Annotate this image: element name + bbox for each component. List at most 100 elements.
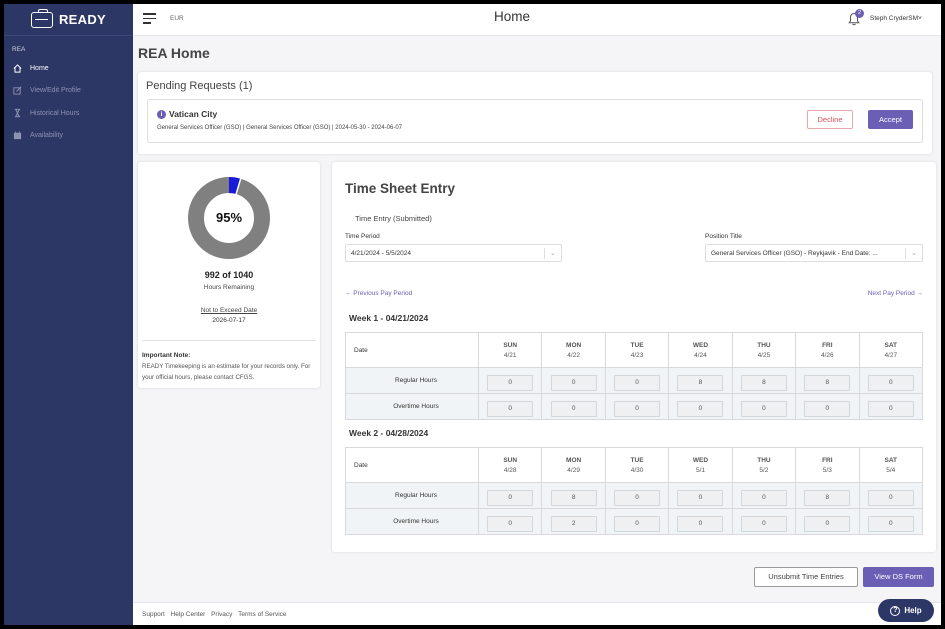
divider: [142, 340, 316, 341]
help-button[interactable]: ? Help: [878, 599, 934, 622]
time-period-select[interactable]: 4/21/2024 - 5/5/2024 ⌄: [345, 244, 562, 262]
unsubmit-time-entries-button[interactable]: Unsubmit Time Entries: [754, 567, 858, 587]
help-label: Help: [904, 606, 922, 615]
user-name: Steph CryderSM: [870, 15, 919, 22]
regular-hours-label: Regular Hours: [345, 482, 479, 509]
sidebar-item-historical-hours[interactable]: Historical Hours: [4, 102, 133, 125]
regular-hours-row: Regular Hours 0 0 0 8 8 8 0: [345, 367, 924, 394]
sidebar-item-label: View/Edit Profile: [30, 87, 81, 95]
hours-input[interactable]: 8: [804, 489, 851, 506]
pending-requests-title: Pending Requests (1): [146, 80, 253, 92]
footer-link-help-center[interactable]: Help Center: [171, 611, 206, 618]
timesheet-title: Time Sheet Entry: [345, 181, 456, 196]
note-text: READY Timekeeping is an estimate for you…: [142, 363, 311, 381]
footer-link-terms[interactable]: Terms of Service: [238, 611, 286, 618]
hours-input[interactable]: 0: [677, 400, 724, 417]
hours-input[interactable]: 0: [867, 489, 914, 506]
week-title: Week 1 - 04/21/2024: [349, 313, 429, 323]
hours-summary-card: 95% 992 of 1040 Hours Remaining Not to E…: [138, 162, 320, 388]
notification-badge: 2: [855, 9, 864, 18]
overtime-hours-label: Overtime Hours: [345, 508, 479, 535]
hours-input[interactable]: 0: [740, 400, 787, 417]
chevron-down-icon: ⌄: [550, 250, 556, 257]
sidebar-item-label: Historical Hours: [30, 109, 80, 117]
hours-input[interactable]: 0: [804, 515, 851, 532]
hours-input[interactable]: 8: [804, 374, 851, 391]
day-header: WED 5/1: [668, 447, 733, 483]
hours-remaining-label: Hours Remaining: [203, 284, 255, 291]
hours-input[interactable]: 0: [677, 515, 724, 532]
sidebar-item-home[interactable]: Home: [4, 57, 133, 80]
footer-link-privacy[interactable]: Privacy: [211, 611, 232, 618]
hours-input[interactable]: 0: [550, 374, 597, 391]
regular-hours-row: Regular Hours 0 8 0 0 0 8 0: [345, 482, 924, 509]
view-ds-form-button[interactable]: View DS Form: [863, 567, 934, 587]
footer: Support Help Center Privacy Terms of Ser…: [133, 602, 941, 625]
hours-input[interactable]: 0: [487, 489, 534, 506]
edit-icon: [12, 86, 22, 96]
date-header: Date: [345, 332, 479, 368]
hours-input[interactable]: 0: [487, 400, 534, 417]
hours-input[interactable]: 0: [614, 400, 661, 417]
note-title: Important Note:: [142, 352, 191, 359]
day-header: MON 4/29: [541, 447, 606, 483]
home-icon: [12, 63, 22, 73]
brand-logo[interactable]: READY: [4, 4, 133, 36]
hours-input[interactable]: 0: [614, 489, 661, 506]
hours-input[interactable]: 0: [867, 515, 914, 532]
question-icon: ?: [890, 605, 901, 616]
day-header: THU 4/25: [731, 332, 797, 368]
hours-input[interactable]: 0: [614, 374, 661, 391]
chevron-down-icon: ⌄: [911, 250, 917, 257]
hourglass-icon: [12, 108, 22, 118]
app-window: READY REA Home View/Edit Profile Histori…: [4, 4, 941, 625]
hours-input[interactable]: 0: [804, 400, 851, 417]
briefcase-icon: [30, 8, 53, 28]
day-header: WED 4/24: [668, 332, 733, 368]
hours-input[interactable]: 0: [487, 515, 534, 532]
day-header: TUE 4/23: [604, 332, 670, 368]
hours-input[interactable]: 0: [677, 489, 724, 506]
position-title-value: General Services Officer (GSO) - Reykjav…: [711, 250, 878, 257]
day-header: FRI 4/26: [795, 332, 860, 368]
decline-button[interactable]: Decline: [807, 110, 853, 129]
week-1-table: Date SUN 4/21 MON 4/22 TUE 4/23 WED 4/24 THU…: [345, 332, 924, 420]
timesheet-card: Time Sheet Entry Time Entry (Submitted) …: [332, 162, 936, 552]
hours-input[interactable]: 0: [867, 400, 914, 417]
overtime-hours-label: Overtime Hours: [345, 393, 479, 420]
hours-input[interactable]: 8: [740, 374, 787, 391]
footer-link-support[interactable]: Support: [142, 611, 165, 618]
pending-requests-card: Pending Requests (1) i Vatican City Gene…: [138, 72, 932, 154]
sidebar-section-label: REA: [12, 46, 26, 53]
hours-input[interactable]: 0: [740, 489, 787, 506]
position-title-select[interactable]: General Services Officer (GSO) - Reykjav…: [705, 244, 923, 262]
hours-input[interactable]: 0: [614, 515, 661, 532]
hours-input[interactable]: 0: [867, 374, 914, 391]
hours-input[interactable]: 2: [550, 515, 597, 532]
day-header: FRI 5/3: [795, 447, 860, 483]
hours-input[interactable]: 0: [740, 515, 787, 532]
accept-button[interactable]: Accept: [868, 110, 913, 129]
hours-input[interactable]: 0: [550, 400, 597, 417]
week-2-table: Date SUN 4/28 MON 4/29 TUE 4/30 WED 5/1 THU 5…: [345, 447, 924, 535]
sidebar-item-availability[interactable]: Availability: [4, 125, 133, 148]
hours-input[interactable]: 8: [550, 489, 597, 506]
time-period-value: 4/21/2024 - 5/5/2024: [351, 250, 411, 257]
page-title: REA Home: [138, 45, 210, 61]
hours-percent: 95%: [215, 210, 243, 225]
hours-input[interactable]: 8: [677, 374, 724, 391]
day-header: SAT 4/27: [858, 332, 924, 368]
hours-input[interactable]: 0: [487, 374, 534, 391]
page-header-title: Home: [493, 9, 530, 24]
next-pay-period-link[interactable]: Next Pay Period →: [868, 290, 923, 297]
request-item: i Vatican City General Services Officer …: [147, 99, 923, 143]
overtime-hours-row: Overtime Hours 0 0 0 0 0 0 0: [345, 393, 924, 420]
brand-name: READY: [58, 12, 106, 27]
time-period-label: Time Period: [345, 233, 380, 240]
day-header: SUN 4/28: [477, 447, 543, 483]
sidebar-item-label: Availability: [30, 132, 63, 140]
user-menu[interactable]: Steph CryderSM˅: [870, 15, 922, 22]
nte-date: 2026-07-17: [212, 317, 246, 324]
previous-pay-period-link[interactable]: ← Previous Pay Period: [345, 290, 412, 297]
sidebar-item-view-edit-profile[interactable]: View/Edit Profile: [4, 80, 133, 103]
